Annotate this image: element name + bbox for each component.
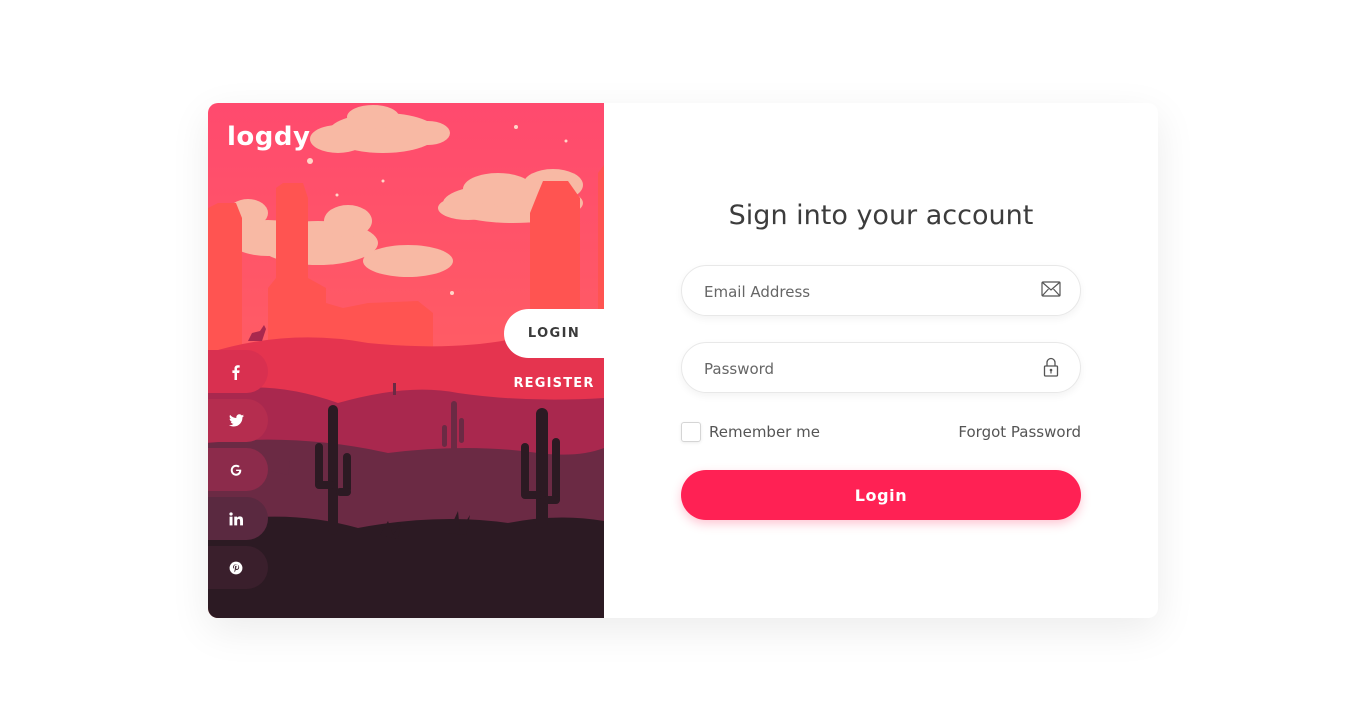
google-icon: [230, 464, 242, 476]
pinterest-icon: [229, 561, 243, 574]
desert-illustration: [208, 103, 604, 618]
facebook-button[interactable]: [208, 350, 268, 393]
linkedin-button[interactable]: [208, 497, 268, 540]
facebook-icon: [232, 364, 240, 380]
form-panel: Sign into your account Remember me Forgo…: [604, 103, 1158, 618]
tab-login[interactable]: LOGIN: [504, 309, 604, 358]
forgot-password-link[interactable]: Forgot Password: [958, 420, 1081, 444]
remember-me[interactable]: Remember me: [681, 420, 820, 444]
tab-register[interactable]: REGISTER: [504, 363, 604, 403]
password-field-wrapper: [681, 342, 1081, 394]
password-field[interactable]: [702, 343, 1036, 394]
google-button[interactable]: [208, 448, 268, 491]
login-card: logdy LOGIN REGISTER Sign into your acco…: [208, 103, 1158, 618]
email-field-wrapper: [681, 265, 1081, 317]
twitter-button[interactable]: [208, 399, 268, 442]
lock-icon: [1043, 357, 1059, 377]
email-field[interactable]: [702, 266, 1036, 317]
linkedin-icon: [229, 511, 243, 525]
envelope-icon: [1041, 281, 1061, 297]
login-button[interactable]: Login: [681, 470, 1081, 520]
remember-label: Remember me: [709, 423, 820, 441]
pinterest-button[interactable]: [208, 546, 268, 589]
twitter-icon: [229, 414, 244, 427]
page-title: Sign into your account: [728, 200, 1034, 231]
remember-checkbox[interactable]: [681, 422, 701, 442]
logo[interactable]: logdy: [227, 122, 310, 152]
illustration-panel: logdy LOGIN REGISTER: [208, 103, 604, 618]
